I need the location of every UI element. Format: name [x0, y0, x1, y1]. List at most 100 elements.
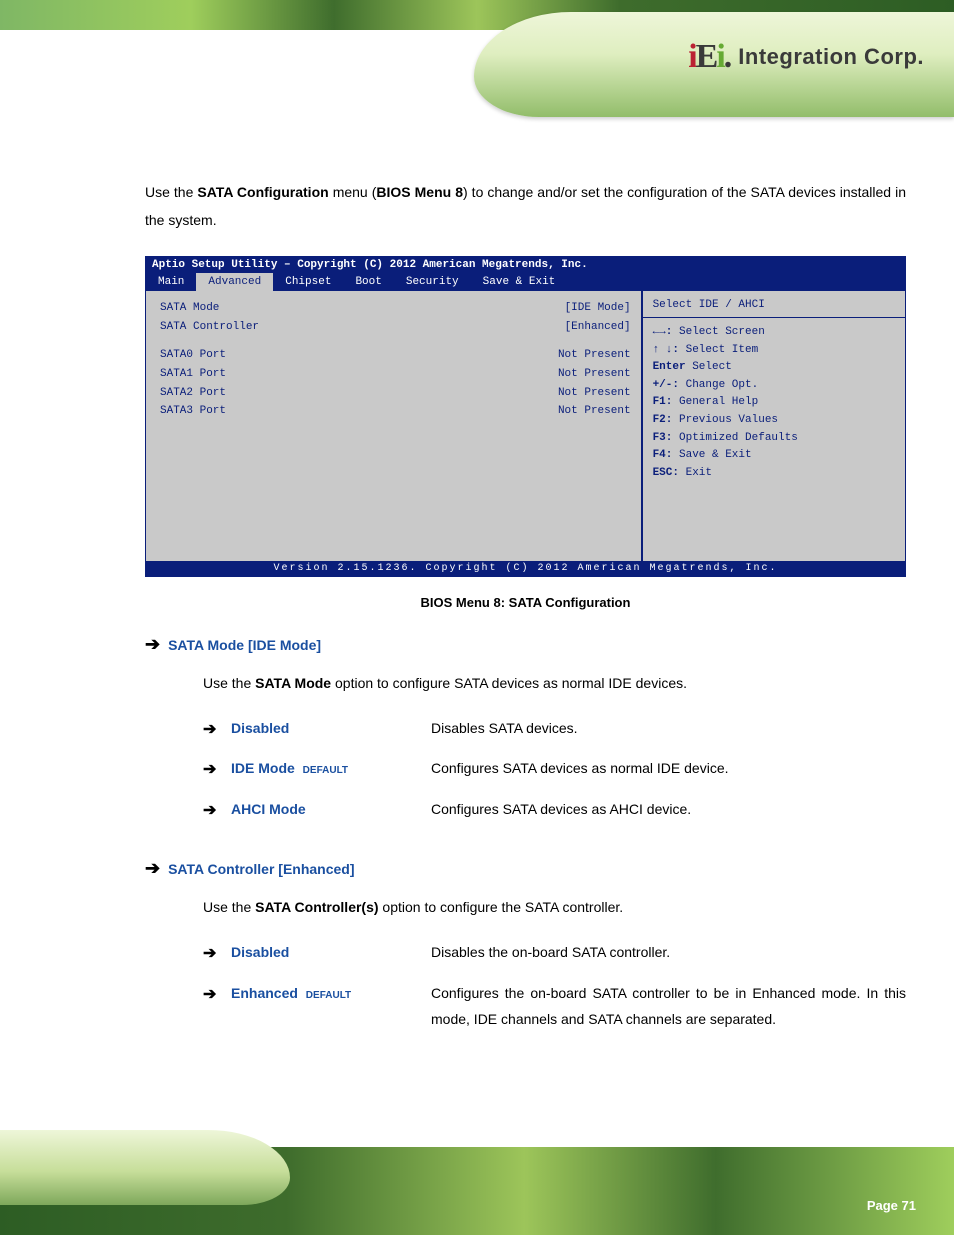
- bios-footer: Version 2.15.1236. Copyright (C) 2012 Am…: [146, 561, 905, 576]
- arrow-icon: ➔: [203, 939, 231, 969]
- option-label: AHCI Mode: [231, 796, 431, 823]
- help-row: Enter Select: [653, 359, 895, 377]
- help-key: ↑ ↓:: [653, 344, 679, 356]
- bios-row-value: [IDE Mode]: [565, 299, 631, 318]
- intro-paragraph: Use the SATA Configuration menu (BIOS Me…: [145, 178, 906, 234]
- figure-caption: BIOS Menu 8: SATA Configuration: [145, 595, 906, 610]
- content: Use the SATA Configuration menu (BIOS Me…: [145, 178, 906, 1043]
- help-row: ←→: Select Screen: [653, 324, 895, 342]
- help-text: Previous Values: [679, 414, 778, 426]
- bios-row-port3: SATA3 Port Not Present: [160, 402, 631, 421]
- intro-ref-bold: BIOS Menu 8: [376, 184, 463, 200]
- arrow-icon: ➔: [145, 634, 160, 655]
- bios-row-sata-controller[interactable]: SATA Controller [Enhanced]: [160, 318, 631, 337]
- option-label-text: AHCI Mode: [231, 801, 306, 817]
- help-key: ←→:: [653, 326, 673, 338]
- bios-tab-boot[interactable]: Boot: [343, 273, 393, 291]
- help-key: +/-:: [653, 379, 679, 391]
- text: Use the: [203, 675, 255, 691]
- intro-menu-bold: SATA Configuration: [197, 184, 328, 200]
- bios-row-value: Not Present: [558, 346, 631, 365]
- arrow-icon: ➔: [203, 796, 231, 826]
- bios-row-label: SATA0 Port: [160, 346, 226, 365]
- arrow-icon: ➔: [203, 715, 231, 745]
- footer-green-lobe: [0, 1130, 290, 1205]
- bios-row-sata-mode[interactable]: SATA Mode [IDE Mode]: [160, 299, 631, 318]
- bios-row-label: SATA2 Port: [160, 384, 226, 403]
- help-text: Change Opt.: [686, 379, 759, 391]
- bios-right-desc: Select IDE / AHCI: [653, 299, 895, 311]
- bios-tab-chipset[interactable]: Chipset: [273, 273, 343, 291]
- help-text: Select Item: [686, 344, 759, 356]
- option-default: DEFAULT: [303, 765, 348, 776]
- bios-tab-bar: Main Advanced Chipset Boot Security Save…: [146, 273, 905, 291]
- help-row: F4: Save & Exit: [653, 447, 895, 465]
- bios-row-label: SATA Mode: [160, 299, 219, 318]
- text: option to configure the SATA controller.: [379, 899, 624, 915]
- help-key: F4:: [653, 449, 673, 461]
- param-title: SATA Mode [IDE Mode]: [168, 637, 321, 653]
- option-row: ➔AHCI ModeConfigures SATA devices as AHC…: [203, 796, 906, 826]
- bios-help: ←→: Select Screen ↑ ↓: Select Item Enter…: [653, 324, 895, 482]
- help-row: F2: Previous Values: [653, 412, 895, 430]
- bios-row-value: Not Present: [558, 402, 631, 421]
- help-text: Optimized Defaults: [679, 432, 798, 444]
- bios-row-label: SATA1 Port: [160, 365, 226, 384]
- param-sata-controller-body: Use the SATA Controller(s) option to con…: [203, 893, 906, 921]
- bios-row-value: [Enhanced]: [565, 318, 631, 337]
- bios-row-port0: SATA0 Port Not Present: [160, 346, 631, 365]
- bios-title: Aptio Setup Utility – Copyright (C) 2012…: [146, 257, 905, 273]
- param-sata-mode-head: ➔ SATA Mode [IDE Mode]: [145, 634, 906, 655]
- help-key: Enter: [653, 361, 686, 373]
- option-desc: Configures the on-board SATA controller …: [431, 980, 906, 1033]
- help-row: ESC: Exit: [653, 465, 895, 483]
- option-label: Disabled: [231, 939, 431, 966]
- option-desc: Disables SATA devices.: [431, 715, 906, 742]
- intro-text: menu (: [329, 184, 377, 200]
- help-row: ↑ ↓: Select Item: [653, 342, 895, 360]
- bios-row-value: Not Present: [558, 384, 631, 403]
- option-row: ➔DisabledDisables the on-board SATA cont…: [203, 939, 906, 969]
- help-text: Select: [692, 361, 732, 373]
- arrow-icon: ➔: [145, 858, 160, 879]
- bios-right-pane: Select IDE / AHCI ←→: Select Screen ↑ ↓:…: [643, 291, 905, 561]
- page-number: Page 71: [867, 1198, 916, 1213]
- option-row: ➔Enhanced DEFAULTConfigures the on-board…: [203, 980, 906, 1033]
- help-key: F3:: [653, 432, 673, 444]
- option-label: Enhanced DEFAULT: [231, 980, 431, 1007]
- bios-tab-main[interactable]: Main: [146, 273, 196, 291]
- text: Use the: [203, 899, 255, 915]
- text-bold: SATA Mode: [255, 675, 331, 691]
- separator: [643, 317, 905, 318]
- intro-text: Use the: [145, 184, 197, 200]
- help-text: Select Screen: [679, 326, 765, 338]
- arrow-icon: ➔: [203, 755, 231, 785]
- bios-row-value: Not Present: [558, 365, 631, 384]
- option-desc: Disables the on-board SATA controller.: [431, 939, 906, 966]
- bios-tab-security[interactable]: Security: [394, 273, 471, 291]
- help-key: F2:: [653, 414, 673, 426]
- bios-row-label: SATA3 Port: [160, 402, 226, 421]
- text: option to configure SATA devices as norm…: [331, 675, 687, 691]
- param-sata-controller-head: ➔ SATA Controller [Enhanced]: [145, 858, 906, 879]
- option-label-text: Disabled: [231, 720, 289, 736]
- option-label: IDE Mode DEFAULT: [231, 755, 431, 782]
- bios-row-label: SATA Controller: [160, 318, 259, 337]
- option-label-text: IDE Mode: [231, 760, 295, 776]
- logo-mark-icon: iEi.: [688, 38, 730, 76]
- bios-tab-save-exit[interactable]: Save & Exit: [471, 273, 568, 291]
- help-row: +/-: Change Opt.: [653, 377, 895, 395]
- bios-tab-advanced[interactable]: Advanced: [196, 273, 273, 291]
- bios-left-pane: SATA Mode [IDE Mode] SATA Controller [Enha…: [146, 291, 643, 561]
- bios-row-port2: SATA2 Port Not Present: [160, 384, 631, 403]
- option-row: ➔Disabled Disables SATA devices.: [203, 715, 906, 745]
- option-row: ➔IDE Mode DEFAULTConfigures SATA devices…: [203, 755, 906, 785]
- option-default: DEFAULT: [306, 990, 351, 1001]
- help-key: ESC:: [653, 467, 679, 479]
- help-row: F1: General Help: [653, 394, 895, 412]
- help-text: Save & Exit: [679, 449, 752, 461]
- param-title: SATA Controller [Enhanced]: [168, 861, 354, 877]
- logo-text: Integration Corp.: [738, 44, 924, 70]
- arrow-icon: ➔: [203, 980, 231, 1010]
- bios-body: SATA Mode [IDE Mode] SATA Controller [Enha…: [146, 291, 905, 561]
